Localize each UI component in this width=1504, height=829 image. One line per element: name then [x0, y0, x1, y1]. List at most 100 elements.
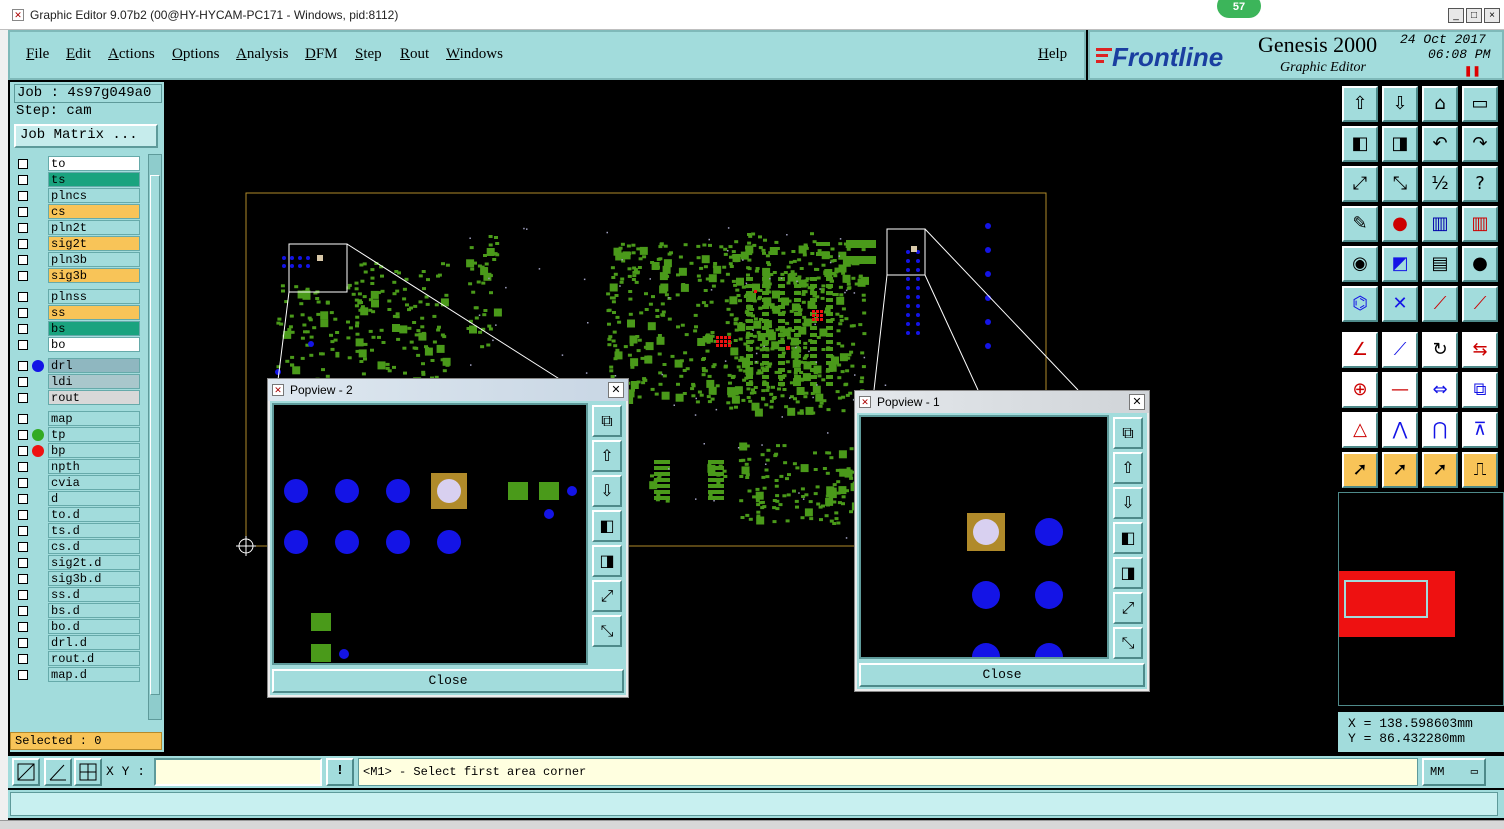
- layer-row-bo[interactable]: bo: [14, 337, 142, 352]
- layer-checkbox[interactable]: [18, 670, 28, 680]
- window-button[interactable]: ▭: [1462, 86, 1498, 122]
- layer-row-bs-d[interactable]: bs.d: [14, 603, 142, 618]
- layer-name[interactable]: sig2t: [48, 236, 140, 251]
- help-query-button[interactable]: ?: [1462, 166, 1498, 202]
- layer-name[interactable]: pln2t: [48, 220, 140, 235]
- layer-name[interactable]: npth: [48, 459, 140, 474]
- layer-checkbox[interactable]: [18, 340, 28, 350]
- menu-actions[interactable]: Actions: [108, 46, 155, 63]
- layer-row-cs-d[interactable]: cs.d: [14, 539, 142, 554]
- popview-2-window[interactable]: ✕ Popview - 2 ✕ ⧉ ⇧ ⇩ ◧ ◨ ⤢ ⤡ Close: [267, 378, 629, 698]
- layer-checkbox[interactable]: [18, 324, 28, 334]
- popview-2-tool-5[interactable]: ◨: [592, 545, 622, 577]
- round-pad-button[interactable]: ●: [1462, 246, 1498, 282]
- layer-name[interactable]: ss.d: [48, 587, 140, 602]
- layer-row-plnss[interactable]: plnss: [14, 289, 142, 304]
- layer-name[interactable]: sig3b.d: [48, 571, 140, 586]
- layer-row-ts-d[interactable]: ts.d: [14, 523, 142, 538]
- popview-1-tool-1[interactable]: ⧉: [1113, 417, 1143, 449]
- undo-view-button[interactable]: ↶: [1422, 126, 1458, 162]
- menu-edit[interactable]: Edit: [66, 46, 91, 63]
- layer-name[interactable]: cs: [48, 204, 140, 219]
- layer-checkbox[interactable]: [18, 191, 28, 201]
- layer-checkbox[interactable]: [18, 393, 28, 403]
- pointer-select-button[interactable]: ➚: [1342, 452, 1378, 488]
- xy-input[interactable]: [154, 758, 322, 786]
- layer-checkbox[interactable]: [18, 558, 28, 568]
- job-matrix-button[interactable]: Job Matrix ...: [14, 124, 158, 148]
- layer-row-sig3b-d[interactable]: sig3b.d: [14, 571, 142, 586]
- layer-row-drl[interactable]: drl: [14, 358, 142, 373]
- popview-1-window[interactable]: ✕ Popview - 1 ✕ ⧉ ⇧ ⇩ ◧ ◨ ⤢ ⤡ Close: [854, 390, 1150, 692]
- scrollbar-thumb[interactable]: [150, 175, 160, 695]
- menu-rout[interactable]: Rout: [400, 46, 429, 63]
- move-pad-button[interactable]: ⊕: [1342, 372, 1378, 408]
- ruler-button[interactable]: ▤: [1422, 246, 1458, 282]
- layer-name[interactable]: drl.d: [48, 635, 140, 650]
- maximize-button[interactable]: □: [1466, 8, 1482, 23]
- layer-row-plncs[interactable]: plncs: [14, 188, 142, 203]
- popview-1-tool-7[interactable]: ⤡: [1113, 627, 1143, 659]
- layer-checkbox[interactable]: [18, 255, 28, 265]
- arc-up-button[interactable]: ⋂: [1422, 412, 1458, 448]
- layer-checkbox[interactable]: [18, 478, 28, 488]
- layer-checkbox[interactable]: [18, 654, 28, 664]
- popview-2-tool-2[interactable]: ⇧: [592, 440, 622, 472]
- layer-name[interactable]: cs.d: [48, 539, 140, 554]
- popview-2-close-button[interactable]: Close: [272, 669, 624, 693]
- layer-name[interactable]: ts.d: [48, 523, 140, 538]
- layer-name[interactable]: rout: [48, 390, 140, 405]
- popview-2-view[interactable]: [272, 403, 588, 665]
- layer-checkbox[interactable]: [18, 292, 28, 302]
- overview-map[interactable]: [1338, 492, 1504, 706]
- popview-1-titlebar[interactable]: ✕ Popview - 1 ✕: [855, 391, 1149, 413]
- layer-row-ss-d[interactable]: ss.d: [14, 587, 142, 602]
- arc-split-button[interactable]: ⊼: [1462, 412, 1498, 448]
- pointer-circle-button[interactable]: ➚: [1422, 452, 1458, 488]
- notification-badge[interactable]: 57: [1217, 0, 1261, 18]
- layer-row-rout[interactable]: rout: [14, 390, 142, 405]
- zoom-home-button[interactable]: ⇧: [1342, 86, 1378, 122]
- pointer-step-button[interactable]: ⎍: [1462, 452, 1498, 488]
- menu-options[interactable]: Options: [172, 46, 220, 63]
- layer-checkbox[interactable]: [18, 239, 28, 249]
- popview-2-tool-4[interactable]: ◧: [592, 510, 622, 542]
- menu-file[interactable]: File: [26, 46, 49, 63]
- layer-row-pln3b[interactable]: pln3b: [14, 252, 142, 267]
- menu-analysis[interactable]: Analysis: [236, 46, 289, 63]
- popview-1-close-button[interactable]: Close: [859, 663, 1145, 687]
- layer-row-ss[interactable]: ss: [14, 305, 142, 320]
- pause-icon[interactable]: ❚❚: [1464, 66, 1481, 77]
- add-line-button[interactable]: ⟋: [1422, 286, 1458, 322]
- layer-row-npth[interactable]: npth: [14, 459, 142, 474]
- rotate-button[interactable]: ↻: [1422, 332, 1458, 368]
- layer-name[interactable]: map.d: [48, 667, 140, 682]
- redraw-button[interactable]: ↷: [1462, 126, 1498, 162]
- layer-list-scrollbar[interactable]: [148, 154, 162, 720]
- measure-probe-button[interactable]: ✎: [1342, 206, 1378, 242]
- popview-1-tool-4[interactable]: ◧: [1113, 522, 1143, 554]
- mirror-button[interactable]: ⇆: [1462, 332, 1498, 368]
- layer-step-red-button[interactable]: ▥: [1462, 206, 1498, 242]
- layer-checkbox[interactable]: [18, 622, 28, 632]
- unit-selector[interactable]: MM ▭: [1422, 758, 1486, 786]
- layer-name[interactable]: ts: [48, 172, 140, 187]
- layer-checkbox[interactable]: [18, 574, 28, 584]
- layer-name[interactable]: plncs: [48, 188, 140, 203]
- layer-name[interactable]: d: [48, 491, 140, 506]
- menu-dfm[interactable]: DFM: [305, 46, 338, 63]
- layer-row-ts[interactable]: ts: [14, 172, 142, 187]
- fit-profile-button[interactable]: ⤡: [1382, 166, 1418, 202]
- layer-step-button[interactable]: ▥: [1422, 206, 1458, 242]
- measure-angle-button[interactable]: [44, 758, 72, 786]
- layer-row-bp[interactable]: bp: [14, 443, 142, 458]
- layer-checkbox[interactable]: [18, 430, 28, 440]
- layer-name[interactable]: rout.d: [48, 651, 140, 666]
- pan-right-button[interactable]: ◨: [1382, 126, 1418, 162]
- layer-checkbox[interactable]: [18, 414, 28, 424]
- popview-1-tool-2[interactable]: ⇧: [1113, 452, 1143, 484]
- layer-row-cs[interactable]: cs: [14, 204, 142, 219]
- layer-checkbox[interactable]: [18, 542, 28, 552]
- layer-row-sig2t[interactable]: sig2t: [14, 236, 142, 251]
- layer-name[interactable]: bp: [48, 443, 140, 458]
